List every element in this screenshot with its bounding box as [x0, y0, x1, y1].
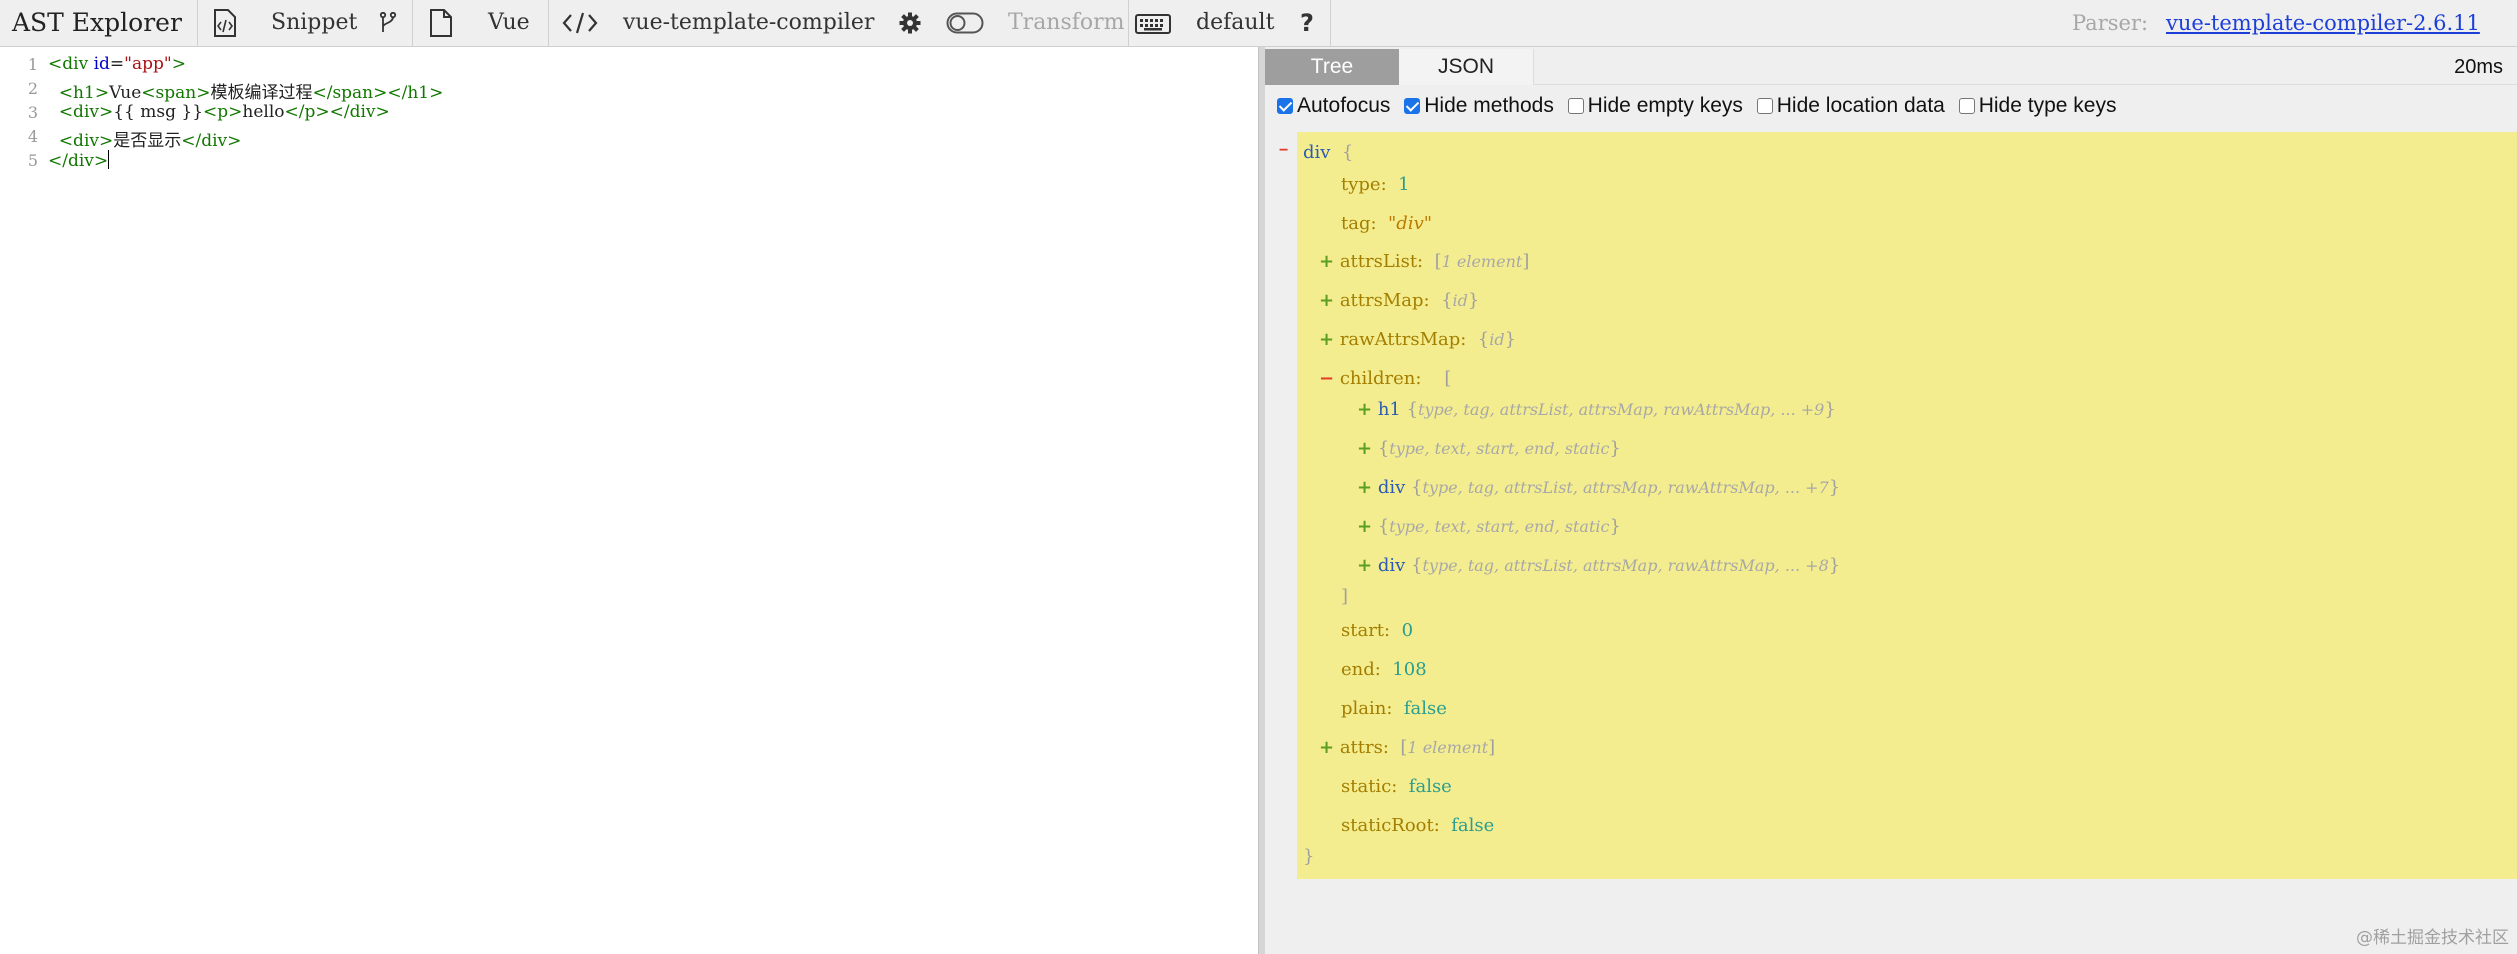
code-line[interactable]: <div id="app"> [48, 54, 186, 74]
line-number: 2 [27, 79, 38, 98]
code-editor[interactable]: 1 2 3 4 5 <div id="app"> <h1>Vue<span>模板… [0, 47, 1258, 954]
parse-time: 20ms [2454, 56, 2503, 78]
tree-prop-end[interactable]: end: 108 [1341, 658, 1427, 682]
option-hide-empty-keys[interactable]: Hide empty keys [1567, 94, 1743, 118]
watermark: @稀土掘金技术社区 [2356, 928, 2509, 948]
tree-node-root[interactable]: div { [1303, 141, 1353, 165]
option-autofocus[interactable]: Autofocus [1277, 94, 1390, 118]
app-title: AST Explorer [12, 8, 182, 37]
help-icon[interactable]: ? [1300, 0, 1314, 46]
toggle-icon[interactable] [946, 11, 984, 35]
code-icon[interactable] [562, 12, 598, 34]
tree-prop-plain[interactable]: plain: false [1341, 697, 1447, 721]
line-number: 3 [27, 103, 38, 122]
file-icon[interactable] [429, 9, 453, 37]
line-number: 5 [27, 151, 38, 170]
option-hide-methods[interactable]: Hide methods [1404, 94, 1554, 118]
tree-child-text[interactable]: + {type, text, start, end, static} [1357, 515, 1621, 539]
tree-child-text[interactable]: + {type, text, start, end, static} [1357, 437, 1621, 461]
snippet-button[interactable]: Snippet [271, 0, 357, 46]
tab-json[interactable]: JSON [1399, 49, 1534, 85]
parser-version-link[interactable]: vue-template-compiler-2.6.11 [2166, 11, 2480, 35]
code-line[interactable]: <div>{{ msg }}<p>hello</p></div> [48, 102, 390, 122]
collapse-root-toggle[interactable]: − [1279, 139, 1288, 163]
hide-type-keys-checkbox[interactable] [1958, 98, 1975, 115]
hide-empty-keys-checkbox[interactable] [1567, 98, 1584, 115]
code-line[interactable]: </div> [48, 150, 110, 171]
language-select[interactable]: Vue [488, 0, 530, 46]
hide-methods-checkbox[interactable] [1404, 98, 1421, 115]
code-line[interactable]: <div>是否显示</div> [48, 126, 242, 151]
gear-icon[interactable] [899, 12, 921, 34]
tree-prop-children[interactable]: − children: [ [1319, 367, 1451, 391]
hide-location-data-checkbox[interactable] [1756, 98, 1773, 115]
option-hide-type-keys[interactable]: Hide type keys [1958, 94, 2116, 118]
line-number: 4 [27, 127, 38, 146]
tree-child-h1[interactable]: + h1 {type, tag, attrsList, attrsMap, ra… [1357, 398, 1836, 422]
line-number: 1 [27, 55, 38, 74]
tree-prop-staticroot[interactable]: staticRoot: false [1341, 814, 1494, 838]
panel-splitter[interactable] [1258, 47, 1265, 954]
text-cursor [108, 150, 110, 169]
toolbar: AST Explorer Snippet Vue vue-template-co… [0, 0, 2517, 47]
tree-options: Autofocus Hide methods Hide empty keys H… [1277, 94, 2124, 124]
parser-select[interactable]: vue-template-compiler [623, 0, 874, 46]
tree-prop-static[interactable]: static: false [1341, 775, 1452, 799]
autofocus-checkbox[interactable] [1277, 98, 1293, 115]
tree-child-div[interactable]: + div {type, tag, attrsList, attrsMap, r… [1357, 476, 1840, 500]
tree-prop-type[interactable]: type: 1 [1341, 173, 1410, 197]
ast-tree: div { type: 1 tag: "div" + attrsList: [1… [1297, 132, 2517, 879]
tree-prop-attrslist[interactable]: + attrsList: [1 element] [1319, 250, 1529, 274]
tree-prop-attrs[interactable]: + attrs: [1 element] [1319, 736, 1495, 760]
snippet-icon[interactable] [213, 9, 237, 37]
code-line[interactable]: <h1>Vue<span>模板编译过程</span></h1> [48, 78, 444, 103]
output-panel: Tree JSON 20ms Autofocus Hide methods Hi… [1265, 47, 2517, 954]
parser-label: Parser: [2072, 11, 2149, 35]
tab-tree[interactable]: Tree [1265, 49, 1399, 85]
keymap-select[interactable]: default [1196, 0, 1274, 46]
transform-button[interactable]: Transform [1008, 0, 1125, 46]
output-tabs: Tree JSON 20ms [1265, 47, 2517, 85]
option-hide-location-data[interactable]: Hide location data [1756, 94, 1945, 118]
fork-icon[interactable] [379, 12, 397, 34]
tree-prop-start[interactable]: start: 0 [1341, 619, 1413, 643]
tree-prop-tag[interactable]: tag: "div" [1341, 212, 1432, 236]
tree-child-div[interactable]: + div {type, tag, attrsList, attrsMap, r… [1357, 554, 1840, 578]
tree-prop-rawattrsmap[interactable]: + rawAttrsMap: {id} [1319, 328, 1516, 352]
tree-prop-attrsmap[interactable]: + attrsMap: {id} [1319, 289, 1479, 313]
keyboard-icon[interactable] [1135, 14, 1171, 34]
